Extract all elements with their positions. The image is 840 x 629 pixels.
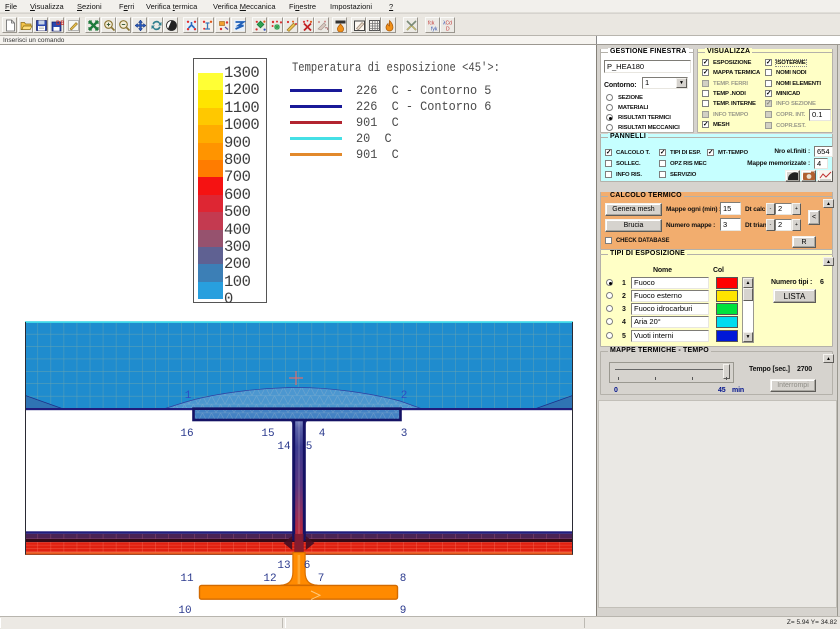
svg-text:15: 15: [261, 428, 274, 440]
svg-text:8: 8: [400, 573, 407, 585]
svg-text:16: 16: [180, 428, 193, 440]
svg-text:13: 13: [277, 560, 290, 572]
svg-text:DB: DB: [56, 21, 64, 27]
svg-text:12: 12: [263, 573, 276, 585]
svg-text:6: 6: [304, 560, 311, 572]
svg-text:D: D: [446, 27, 450, 33]
svg-text:4: 4: [319, 428, 326, 440]
svg-text:11: 11: [180, 573, 194, 585]
svg-text:fyk: fyk: [431, 27, 438, 33]
svg-text:5: 5: [306, 441, 313, 453]
svg-text:2: 2: [401, 390, 408, 402]
svg-text:1: 1: [185, 390, 192, 402]
svg-text:14: 14: [277, 441, 291, 453]
svg-text:3: 3: [401, 428, 408, 440]
svg-text:7: 7: [318, 573, 325, 585]
